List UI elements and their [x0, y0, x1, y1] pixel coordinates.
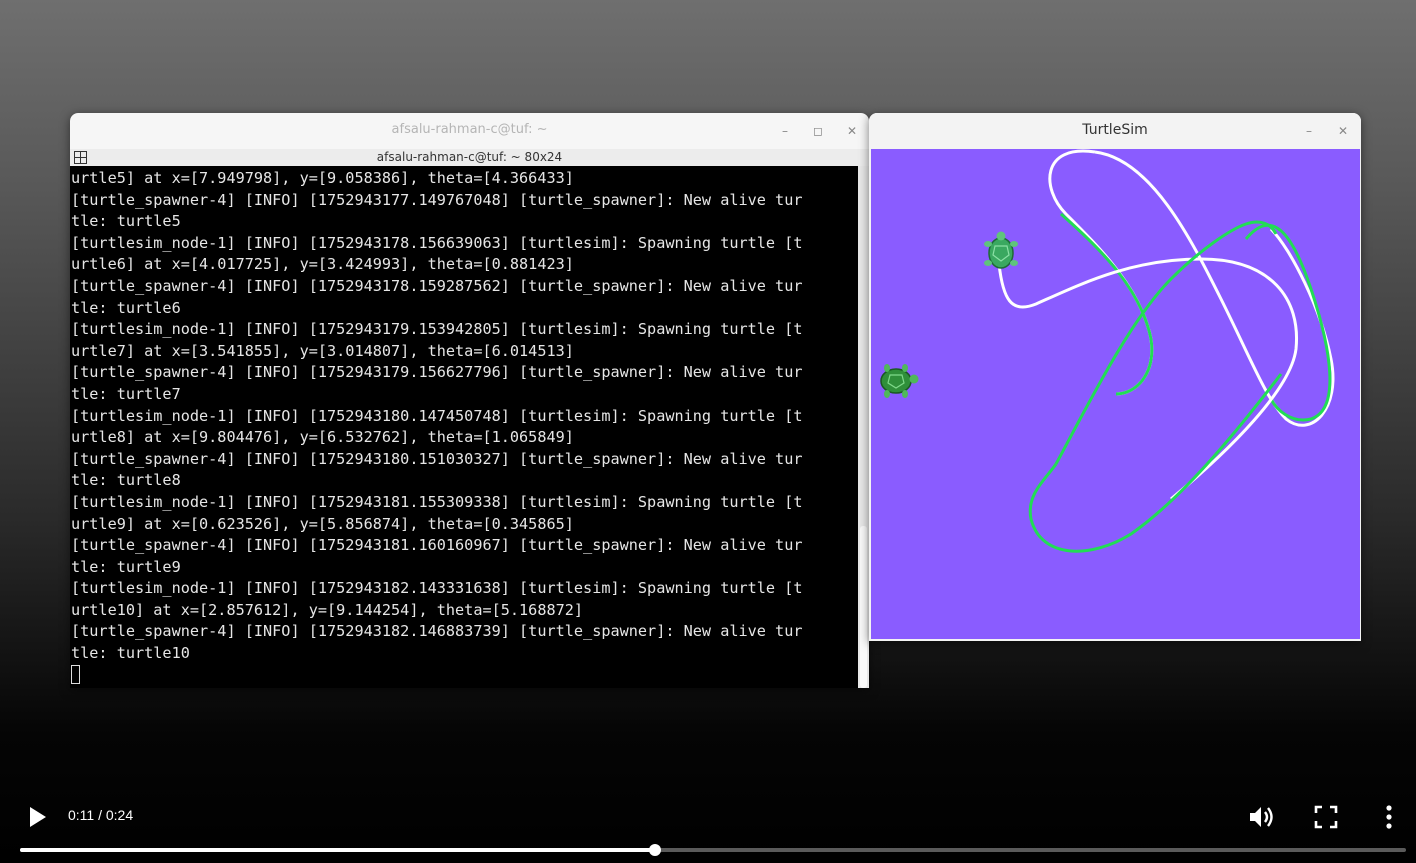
terminal-line: tle: turtle7 [71, 384, 181, 403]
minimize-icon[interactable]: – [775, 121, 795, 141]
maximize-icon[interactable]: ◻ [808, 121, 828, 141]
terminal-line: urtle7] at x=[3.541855], y=[3.014807], t… [71, 341, 574, 360]
terminal-line: [turtlesim_node-1] [INFO] [1752943178.15… [71, 233, 803, 252]
terminal-line: tle: turtle6 [71, 298, 181, 317]
terminal-line: [turtle_spawner-4] [INFO] [1752943178.15… [71, 276, 803, 295]
turtle-icon [984, 231, 1018, 269]
turtlesim-titlebar[interactable]: TurtleSim – ✕ [869, 113, 1361, 149]
turtle-icon [880, 364, 919, 398]
terminal-line: [turtle_spawner-4] [INFO] [1752943182.14… [71, 622, 803, 641]
video-controls: 0:11 / 0:24 [0, 790, 1416, 863]
terminal-line: [turtle_spawner-4] [INFO] [1752943181.16… [71, 536, 803, 555]
time-display: 0:11 / 0:24 [68, 807, 134, 823]
white-trail [997, 257, 1299, 501]
close-icon[interactable]: ✕ [1333, 121, 1353, 141]
terminal-line: urtle5] at x=[7.949798], y=[9.058386], t… [71, 169, 574, 187]
progress-bar[interactable] [20, 844, 1406, 856]
fullscreen-icon[interactable] [1311, 802, 1341, 832]
terminal-line: urtle10] at x=[2.857612], y=[9.144254], … [71, 600, 584, 619]
green-trail [1028, 373, 1283, 553]
white-trail [1048, 149, 1154, 396]
terminal-tab-bar: afsalu-rahman-c@tuf: ~ 80x24 [70, 149, 869, 166]
terminal-cursor [71, 664, 80, 684]
turtle-trails [997, 149, 1335, 553]
more-vert-icon[interactable] [1378, 802, 1400, 832]
terminal-line: tle: turtle5 [71, 212, 181, 231]
terminal-line: tle: turtle8 [71, 471, 181, 490]
terminal-line: urtle6] at x=[4.017725], y=[3.424993], t… [71, 255, 574, 274]
green-trail [1244, 223, 1332, 422]
progress-fill [20, 848, 655, 852]
terminal-line: [turtle_spawner-4] [INFO] [1752943177.14… [71, 190, 803, 209]
terminal-line: [turtle_spawner-4] [INFO] [1752943180.15… [71, 449, 803, 468]
turtlesim-title: TurtleSim [1082, 122, 1148, 138]
terminal-line: tle: turtle9 [71, 557, 181, 576]
terminal-line: [turtlesim_node-1] [INFO] [1752943180.14… [71, 406, 803, 425]
terminal-window[interactable]: afsalu-rahman-c@tuf: ~ – ◻ ✕ afsalu-rahm… [70, 113, 869, 688]
terminal-line: [turtlesim_node-1] [INFO] [1752943181.15… [71, 492, 803, 511]
turtlesim-canvas [871, 149, 1360, 639]
terminal-line: urtle8] at x=[9.804476], y=[6.532762], t… [71, 428, 574, 447]
progress-handle[interactable] [648, 844, 661, 856]
terminal-line: urtle9] at x=[0.623526], y=[5.856874], t… [71, 514, 574, 533]
terminal-line: tle: turtle10 [71, 644, 190, 663]
close-icon[interactable]: ✕ [842, 121, 862, 141]
scrollbar-thumb[interactable] [860, 526, 867, 688]
terminal-titlebar[interactable]: afsalu-rahman-c@tuf: ~ – ◻ ✕ [70, 113, 869, 149]
terminal-scrollbar[interactable] [858, 166, 869, 688]
terminal-line: [turtle_spawner-4] [INFO] [1752943179.15… [71, 363, 803, 382]
turtlesim-window[interactable]: TurtleSim – ✕ [869, 113, 1361, 641]
terminal-tab-title: afsalu-rahman-c@tuf: ~ 80x24 [376, 150, 563, 164]
terminal-line: [turtlesim_node-1] [INFO] [1752943179.15… [71, 320, 803, 339]
terminal-prompt [71, 664, 858, 687]
green-trail [1060, 212, 1154, 396]
terminal-line: [turtlesim_node-1] [INFO] [1752943182.14… [71, 579, 803, 598]
volume-icon[interactable] [1246, 802, 1276, 832]
terminal-output[interactable]: urtle5] at x=[7.949798], y=[9.058386], t… [70, 166, 858, 688]
play-icon[interactable] [24, 804, 50, 830]
terminal-title: afsalu-rahman-c@tuf: ~ [391, 122, 548, 137]
minimize-icon[interactable]: – [1299, 121, 1319, 141]
